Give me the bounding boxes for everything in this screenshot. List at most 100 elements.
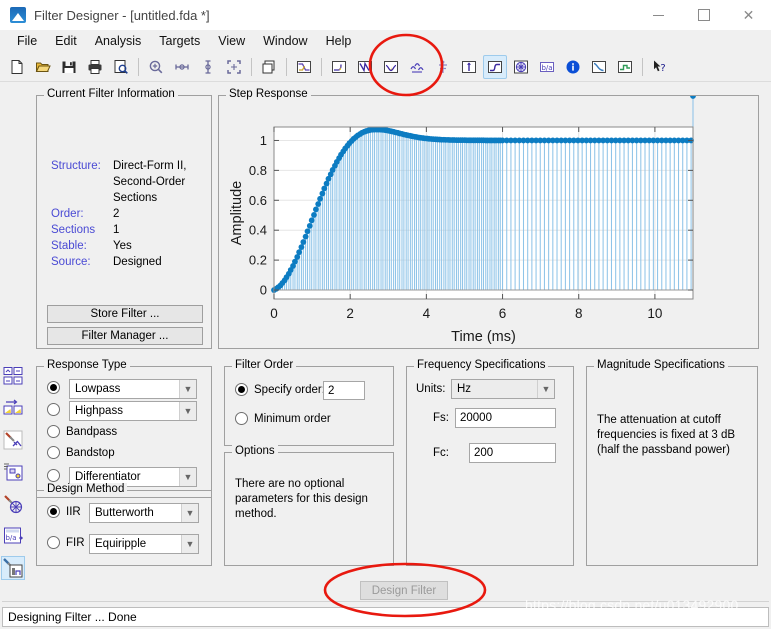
pole-zero-editor-side-icon[interactable] bbox=[1, 556, 25, 580]
chevron-down-icon[interactable]: ▼ bbox=[179, 468, 196, 486]
filter-info-value: Designed bbox=[113, 256, 162, 268]
magnitude-response-icon[interactable] bbox=[327, 55, 351, 79]
filter-manager-button[interactable]: Filter Manager ... bbox=[47, 327, 203, 345]
fs-input[interactable]: 20000 bbox=[455, 408, 556, 428]
import-filter-side-icon[interactable] bbox=[1, 396, 25, 420]
toolbar-separator bbox=[321, 57, 322, 76]
radio-minimum-order[interactable] bbox=[235, 412, 248, 425]
chevron-down-icon[interactable]: ▼ bbox=[181, 535, 198, 553]
highpass-combo-value: Highpass bbox=[75, 405, 123, 417]
open-icon[interactable] bbox=[31, 55, 55, 79]
menu-view[interactable]: View bbox=[209, 32, 254, 50]
help-pointer-icon[interactable]: ? bbox=[648, 55, 672, 79]
filter-coefficients-icon[interactable]: b/a bbox=[535, 55, 559, 79]
filter-info-key: Stable: bbox=[51, 240, 87, 252]
zoom-x-icon[interactable] bbox=[170, 55, 194, 79]
svg-text:0.2: 0.2 bbox=[249, 253, 267, 268]
radio-bandstop[interactable] bbox=[47, 446, 60, 459]
svg-text:b/a: b/a bbox=[5, 534, 16, 542]
phase-response-icon[interactable] bbox=[353, 55, 377, 79]
magnitude-response-estimate-icon[interactable] bbox=[587, 55, 611, 79]
response-type-option-lowpass[interactable] bbox=[47, 381, 60, 394]
response-type-option-differentiator[interactable] bbox=[47, 469, 60, 482]
quantize-filter-side-icon[interactable] bbox=[1, 428, 25, 452]
radio-iir[interactable] bbox=[47, 505, 60, 518]
filter-info-row-order: Order: 2 bbox=[51, 206, 211, 222]
radio-specify-order[interactable] bbox=[235, 383, 248, 396]
store-filter-button[interactable]: Store Filter ... bbox=[47, 305, 203, 323]
svg-text:8: 8 bbox=[575, 306, 583, 321]
chevron-down-icon[interactable]: ▼ bbox=[537, 380, 554, 398]
design-method-option-iir[interactable]: IIR bbox=[47, 505, 81, 518]
round-off-noise-power-icon[interactable] bbox=[613, 55, 637, 79]
app-icon bbox=[10, 7, 26, 23]
svg-text:0.8: 0.8 bbox=[249, 163, 267, 178]
step-response-icon[interactable] bbox=[483, 54, 507, 79]
multirate-filter-side-icon[interactable]: b/a bbox=[1, 524, 25, 548]
lowpass-combo[interactable]: Lowpass ▼ bbox=[69, 379, 197, 399]
magnitude-and-phase-icon[interactable] bbox=[379, 55, 403, 79]
pole-zero-plot-icon[interactable] bbox=[509, 55, 533, 79]
radio-differentiator[interactable] bbox=[47, 469, 60, 482]
iir-method-combo[interactable]: Butterworth ▼ bbox=[89, 503, 199, 523]
close-button[interactable]: ✕ bbox=[726, 0, 771, 30]
menu-window[interactable]: Window bbox=[254, 32, 316, 50]
maximize-button[interactable] bbox=[681, 0, 726, 30]
filter-info-value: Yes bbox=[113, 240, 132, 252]
menu-file[interactable]: File bbox=[8, 32, 46, 50]
iir-method-value: Butterworth bbox=[95, 507, 154, 519]
highpass-combo[interactable]: Highpass ▼ bbox=[69, 401, 197, 421]
radio-highpass[interactable] bbox=[47, 403, 60, 416]
specify-order-label: Specify order: bbox=[254, 383, 325, 396]
chevron-down-icon[interactable]: ▼ bbox=[179, 380, 196, 398]
filter-order-option-specify[interactable]: Specify order: bbox=[235, 383, 325, 396]
specify-order-input[interactable]: 2 bbox=[323, 381, 365, 400]
units-value: Hz bbox=[457, 383, 472, 395]
fc-input[interactable]: 200 bbox=[469, 443, 556, 463]
realize-model-side-icon[interactable] bbox=[1, 460, 25, 484]
filter-info-value: Direct-Form II, Second-Order Sections bbox=[113, 158, 211, 206]
filter-information-icon[interactable] bbox=[561, 55, 585, 79]
menu-edit[interactable]: Edit bbox=[46, 32, 86, 50]
filter-info-key: Source: bbox=[51, 256, 91, 268]
new-filter-icon[interactable] bbox=[5, 55, 29, 79]
radio-fir[interactable] bbox=[47, 536, 60, 549]
print-icon[interactable] bbox=[83, 55, 107, 79]
frequency-specifications-title: Frequency Specifications bbox=[414, 359, 549, 371]
print-preview-icon[interactable] bbox=[109, 55, 133, 79]
design-method-option-fir[interactable]: FIR bbox=[47, 536, 85, 549]
filter-order-option-minimum[interactable]: Minimum order bbox=[235, 412, 331, 425]
filter-specifications-icon[interactable] bbox=[292, 55, 316, 79]
filter-info-value-line2: Second-Order Sections bbox=[113, 176, 186, 204]
group-delay-icon[interactable] bbox=[405, 55, 429, 79]
design-filter-side-icon[interactable] bbox=[1, 364, 25, 388]
impulse-response-icon[interactable] bbox=[457, 55, 481, 79]
response-type-panel: Response Type Lowpass ▼ Highpass ▼ Bandp… bbox=[36, 359, 212, 498]
minimize-button[interactable] bbox=[636, 0, 681, 30]
transform-filter-side-icon[interactable] bbox=[1, 492, 25, 516]
response-type-option-bandpass[interactable]: Bandpass bbox=[47, 425, 117, 438]
svg-text:0: 0 bbox=[270, 306, 278, 321]
step-response-plot[interactable]: 0 0.2 0.4 0.6 0.8 1 0 2 4 6 8 10 Time (ms) Amplitude bbox=[219, 93, 758, 348]
menu-targets[interactable]: Targets bbox=[150, 32, 209, 50]
svg-text:0.6: 0.6 bbox=[249, 193, 267, 208]
full-view-icon[interactable] bbox=[222, 55, 246, 79]
response-type-option-bandstop[interactable]: Bandstop bbox=[47, 446, 115, 459]
zoom-in-icon[interactable] bbox=[144, 55, 168, 79]
design-filter-button[interactable]: Design Filter bbox=[360, 581, 448, 600]
frequency-specifications-panel: Frequency Specifications Units: Hz ▼ Fs:… bbox=[406, 359, 574, 566]
new-window-icon[interactable] bbox=[257, 55, 281, 79]
zoom-y-icon[interactable] bbox=[196, 55, 220, 79]
chevron-down-icon[interactable]: ▼ bbox=[181, 504, 198, 522]
units-combo[interactable]: Hz ▼ bbox=[451, 379, 555, 399]
fc-label: Fc: bbox=[433, 447, 449, 459]
phase-delay-icon[interactable] bbox=[431, 55, 455, 79]
fir-method-combo[interactable]: Equiripple ▼ bbox=[89, 534, 199, 554]
radio-lowpass[interactable] bbox=[47, 381, 60, 394]
chevron-down-icon[interactable]: ▼ bbox=[179, 402, 196, 420]
menu-help[interactable]: Help bbox=[317, 32, 361, 50]
response-type-option-highpass[interactable] bbox=[47, 403, 60, 416]
save-icon[interactable] bbox=[57, 55, 81, 79]
menu-analysis[interactable]: Analysis bbox=[86, 32, 151, 50]
radio-bandpass[interactable] bbox=[47, 425, 60, 438]
